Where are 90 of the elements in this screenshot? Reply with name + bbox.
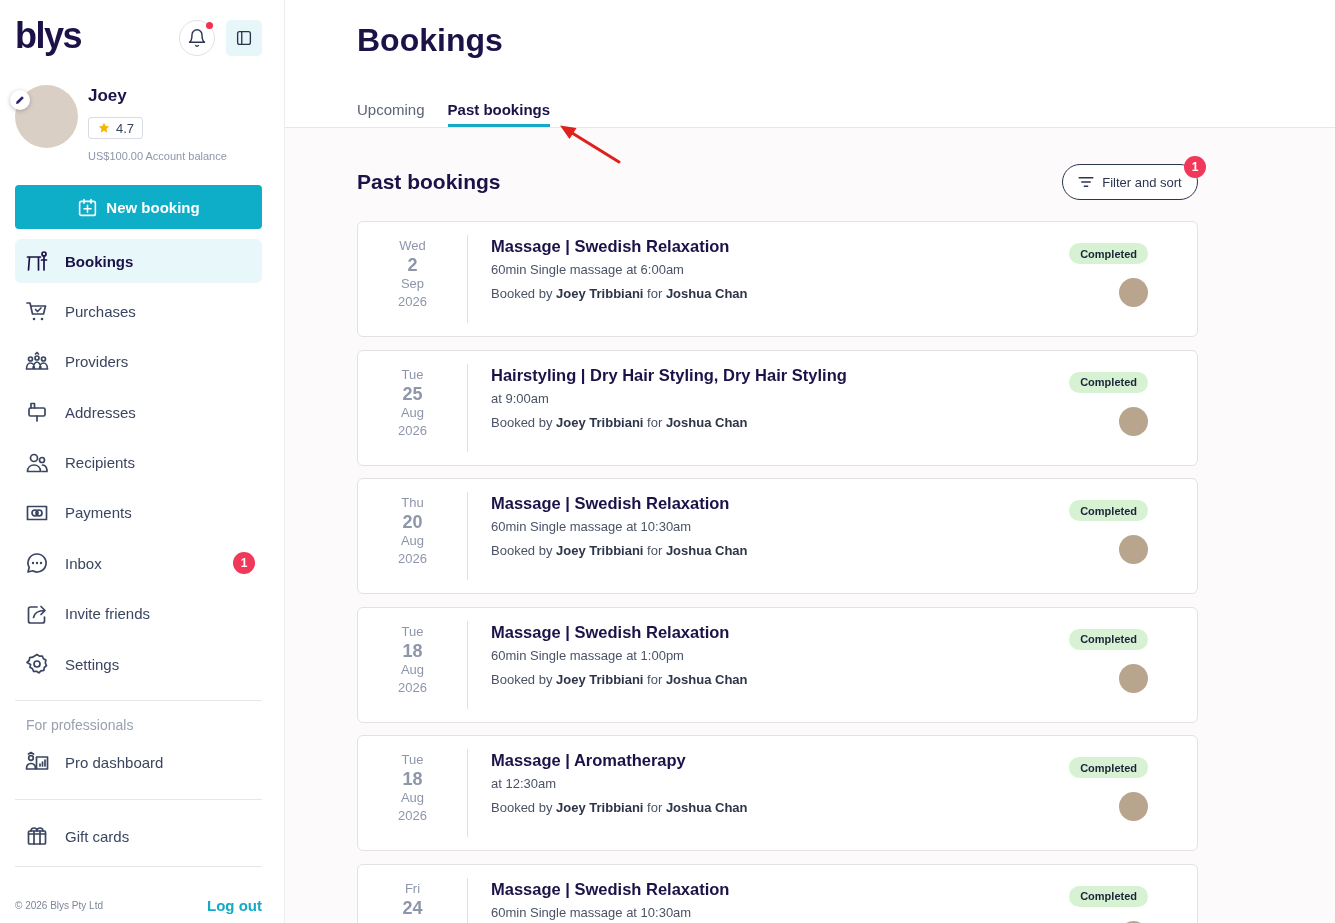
provider-avatar bbox=[1119, 278, 1148, 307]
booking-card[interactable]: Wed 2 Sep 2026 Massage | Swedish Relaxation 60min Single massage at 6:00am Booked by Joey Tribbiani for Joshua Chan Completed bbox=[357, 221, 1198, 337]
day-number: 18 bbox=[402, 640, 423, 661]
status-badge: Completed bbox=[1069, 885, 1148, 907]
section-heading: For professionals bbox=[26, 716, 134, 735]
weekday-label: Wed bbox=[399, 237, 426, 255]
booking-card[interactable]: Fri 24 Massage | Swedish Relaxation 60min Single massage at 10:30am Completed bbox=[357, 863, 1198, 923]
provider-avatar bbox=[1119, 535, 1148, 564]
nav-item[interactable]: Recipients bbox=[15, 440, 262, 485]
booking-details: 60min Single massage at 1:00pm bbox=[491, 646, 684, 665]
booking-card[interactable]: Tue 18 Aug 2026 Massage | Aromatherapy at 12:30am Booked by Joey Tribbiani for Joshua Chan Completed bbox=[357, 735, 1198, 851]
booking-title: Hairstyling | Dry Hair Styling, Dry Hair Styling bbox=[491, 364, 847, 386]
section-title: Past bookings bbox=[357, 170, 501, 194]
tab[interactable]: Upcoming bbox=[357, 100, 425, 127]
weekday-label: Tue bbox=[401, 365, 424, 384]
count-badge: 1 bbox=[1184, 156, 1206, 178]
chat-icon bbox=[25, 551, 49, 576]
booking-byline: Booked by Joey Tribbiani for Joshua Chan bbox=[491, 542, 748, 560]
nav-item[interactable]: Addresses bbox=[15, 390, 262, 435]
nav-item[interactable]: Inbox 1 bbox=[15, 541, 262, 586]
weekday-label: Thu bbox=[401, 494, 424, 512]
weekday-label: Fri bbox=[404, 879, 421, 898]
page-title: Bookings bbox=[357, 21, 503, 60]
day-number: 25 bbox=[402, 383, 423, 404]
booking-card[interactable]: Thu 20 Aug 2026 Massage | Swedish Relaxation 60min Single massage at 10:30am Booked by Joey Tribbiani for Joshua Chan Completed bbox=[357, 478, 1198, 594]
account-balance: US$100.00 Account balance bbox=[88, 149, 227, 163]
rating-value: 4.7 bbox=[116, 120, 135, 136]
status-badge: Completed bbox=[1069, 371, 1148, 393]
year-label: 2026 bbox=[398, 550, 427, 568]
day-number: 18 bbox=[402, 769, 423, 789]
nav-item[interactable]: Purchases bbox=[15, 289, 262, 334]
profile-name: Joey bbox=[88, 85, 127, 107]
star-icon bbox=[98, 122, 110, 134]
status-badge: Completed bbox=[1069, 243, 1148, 264]
day-number: 24 bbox=[402, 897, 423, 918]
provider-avatar bbox=[1119, 792, 1148, 821]
tab[interactable]: Past bookings bbox=[447, 100, 551, 127]
booking-details: 60min Single massage at 6:00am bbox=[491, 261, 684, 279]
nav-item[interactable]: Payments bbox=[15, 490, 262, 535]
booking-title: Massage | Aromatherapy bbox=[491, 750, 686, 771]
booking-title: Massage | Swedish Relaxation bbox=[491, 493, 730, 514]
nav-item[interactable]: Pro dashboard bbox=[15, 740, 262, 785]
calendar-plus-icon bbox=[77, 196, 99, 218]
year-label: 2026 bbox=[398, 807, 427, 825]
notifications-button[interactable] bbox=[179, 20, 215, 56]
month-label: Aug bbox=[400, 660, 425, 679]
table-person-icon bbox=[25, 249, 49, 273]
sidebar-toggle-button[interactable] bbox=[226, 20, 262, 56]
notification-dot bbox=[206, 22, 213, 29]
month-label: Aug bbox=[400, 789, 425, 807]
booking-title: Massage | Swedish Relaxation bbox=[491, 878, 730, 900]
weekday-label: Tue bbox=[401, 622, 424, 641]
settings-icon bbox=[25, 652, 49, 677]
booking-byline: Booked by Joey Tribbiani for Joshua Chan bbox=[491, 413, 748, 432]
year-label: 2026 bbox=[398, 678, 427, 697]
booking-details: 60min Single massage at 10:30am bbox=[491, 518, 692, 536]
month-label: Sep bbox=[400, 275, 425, 293]
nav-item[interactable]: Gift cards bbox=[15, 814, 262, 859]
copyright-text: © 2026 Blys Pty Ltd bbox=[15, 899, 103, 911]
booking-title: Massage | Swedish Relaxation bbox=[491, 236, 730, 257]
day-number: 20 bbox=[402, 512, 423, 532]
nav-item[interactable]: Settings bbox=[15, 642, 262, 687]
booking-details: at 9:00am bbox=[491, 389, 549, 408]
booking-byline: Booked by Joey Tribbiani for Joshua Chan bbox=[491, 285, 748, 303]
booking-card[interactable]: Tue 25 Aug 2026 Hairstyling | Dry Hair Styling, Dry Hair Styling at 9:00am Booked by Joey Tribbiani for Joshua Chan Completed bbox=[357, 349, 1198, 466]
year-label: 2026 bbox=[398, 293, 427, 311]
nav-item[interactable]: Providers bbox=[15, 339, 262, 384]
status-badge: Completed bbox=[1069, 628, 1148, 650]
provider-avatar bbox=[1119, 663, 1148, 693]
booking-byline: Booked by Joey Tribbiani for Joshua Chan bbox=[491, 670, 748, 689]
status-badge: Completed bbox=[1069, 757, 1148, 778]
month-label: Aug bbox=[400, 403, 425, 422]
mailbox-icon bbox=[25, 400, 49, 425]
bell-icon bbox=[187, 28, 207, 48]
booking-details: 60min Single massage at 10:30am bbox=[491, 903, 692, 922]
sidebar-panel-icon bbox=[235, 29, 253, 47]
provider-avatar bbox=[1119, 406, 1148, 436]
year-label: 2026 bbox=[398, 421, 427, 440]
booking-details: at 12:30am bbox=[491, 775, 557, 793]
weekday-label: Tue bbox=[401, 751, 424, 769]
booking-byline: Booked by Joey Tribbiani for Joshua Chan bbox=[491, 799, 748, 817]
day-number: 2 bbox=[407, 255, 418, 275]
count-badge: 1 bbox=[233, 552, 255, 575]
booking-title: Massage | Swedish Relaxation bbox=[491, 621, 730, 643]
booking-card[interactable]: Tue 18 Aug 2026 Massage | Swedish Relaxation 60min Single massage at 1:00pm Booked by Joey Tribbiani for Joshua Chan Completed bbox=[357, 606, 1198, 723]
status-badge: Completed bbox=[1069, 500, 1148, 521]
nav-item[interactable]: Invite friends bbox=[15, 591, 262, 636]
month-label: Aug bbox=[400, 532, 425, 550]
nav-item[interactable]: Bookings bbox=[15, 239, 262, 283]
filter-icon bbox=[1078, 176, 1095, 188]
